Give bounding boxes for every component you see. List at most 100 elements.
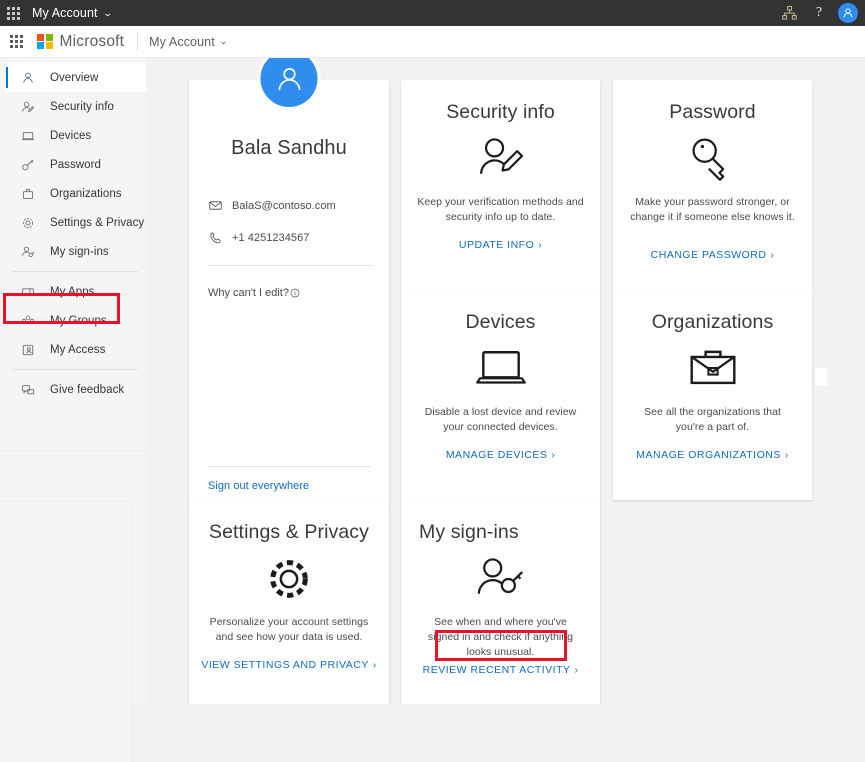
sidebar-item-give-feedback[interactable]: Give feedback [6, 375, 146, 404]
manage-devices-link[interactable]: MANAGE DEVICES› [401, 449, 600, 461]
chevron-right-icon: › [551, 450, 555, 461]
sidebar-item-settings-privacy[interactable]: Settings & Privacy [6, 208, 146, 237]
sign-out-everywhere-link[interactable]: Sign out everywhere [208, 480, 309, 492]
settings-privacy-card: Settings & Privacy Personalize your acco… [189, 500, 389, 704]
sidebar-item-label: Devices [50, 130, 91, 142]
sidebar-item-label: Password [50, 159, 101, 171]
profile-divider-2 [208, 466, 371, 467]
info-icon [290, 288, 300, 298]
topbar-actions: ? [774, 0, 865, 26]
update-info-label: UPDATE INFO [459, 239, 534, 251]
person-icon [842, 7, 854, 19]
main-content: Bala Sandhu BalaS@contoso.com +1 4251234… [146, 58, 865, 704]
why-cant-i-edit-link[interactable]: Why can't I edit? [208, 287, 300, 299]
manage-organizations-link[interactable]: MANAGE ORGANIZATIONS › [613, 449, 812, 461]
apps-panel-icon [18, 282, 38, 302]
sidebar-item-my-apps[interactable]: My Apps [6, 277, 146, 306]
key-icon [18, 155, 38, 175]
chevron-right-icon: › [538, 240, 542, 251]
profile-email-row: BalaS@contoso.com [208, 198, 336, 213]
profile-divider [208, 265, 371, 266]
access-badge-icon [18, 340, 38, 360]
card-description: See all the organizations that you're a … [629, 405, 796, 435]
chevron-right-icon: › [575, 665, 579, 676]
laptop-icon [18, 126, 38, 146]
microsoft-logo[interactable]: Microsoft [37, 33, 124, 51]
card-description: Disable a lost device and review your co… [417, 405, 584, 435]
app-launcher-button-secondary[interactable] [0, 26, 32, 58]
scroll-indicator[interactable] [815, 368, 827, 386]
sidebar-item-label: Security info [50, 101, 114, 113]
chevron-down-icon[interactable]: ⌄ [219, 37, 228, 46]
app-launcher-button[interactable] [0, 0, 26, 26]
brand-header: Microsoft My Account ⌄ [0, 26, 865, 58]
sidebar-item-label: My Access [50, 344, 105, 356]
why-cant-i-edit-label: Why can't I edit? [208, 287, 289, 299]
sidebar-item-devices[interactable]: Devices [6, 121, 146, 150]
card-title: My sign-ins [401, 521, 600, 544]
header-divider [137, 32, 138, 51]
manage-devices-label: MANAGE DEVICES [446, 449, 548, 461]
microsoft-squares-icon [37, 34, 53, 50]
profile-avatar [258, 58, 321, 110]
sidebar-item-my-groups[interactable]: My Groups [6, 306, 146, 335]
review-recent-activity-link[interactable]: REVIEW RECENT ACTIVITY › [401, 664, 600, 676]
briefcase-icon [18, 184, 38, 204]
sidebar-separator-2 [12, 369, 138, 370]
waffle-icon [10, 35, 23, 48]
sidebar-separator [12, 271, 138, 272]
sidebar-item-overview[interactable]: Overview [6, 63, 146, 92]
review-recent-activity-label: REVIEW RECENT ACTIVITY [423, 664, 571, 676]
card-title: Security info [401, 101, 600, 124]
org-hierarchy-icon[interactable] [774, 0, 804, 26]
help-glyph: ? [816, 5, 822, 21]
feedback-icon [18, 380, 38, 400]
sidebar-item-label: My Apps [50, 286, 94, 298]
key-icon [613, 130, 812, 188]
update-info-link[interactable]: UPDATE INFO › [401, 239, 600, 251]
sidebar-lower-panel [0, 501, 133, 762]
card-title: Organizations [613, 311, 812, 334]
waffle-icon [7, 7, 20, 20]
sidebar-item-my-sign-ins[interactable]: My sign-ins [6, 237, 146, 266]
card-description: Personalize your account settings and se… [205, 615, 373, 645]
help-icon[interactable]: ? [804, 0, 834, 26]
top-app-bar: My Account ⌄ ? [0, 0, 865, 26]
sidebar-item-label: Give feedback [50, 384, 124, 396]
sidebar: Overview Security info Devices Password [0, 58, 146, 704]
chevron-right-icon: › [785, 450, 789, 461]
sidebar-item-label: Settings & Privacy [50, 217, 144, 229]
person-key-icon [401, 550, 600, 608]
people-group-icon [18, 311, 38, 331]
person-key-icon [18, 242, 38, 262]
profile-email: BalaS@contoso.com [232, 200, 336, 212]
change-password-link[interactable]: CHANGE PASSWORD› [613, 249, 812, 261]
view-settings-and-privacy-link[interactable]: VIEW SETTINGS AND PRIVACY › [189, 659, 389, 671]
organizations-card: Organizations See all the organizations … [613, 290, 812, 500]
profile-name: Bala Sandhu [189, 137, 389, 160]
sidebar-item-label: My Groups [50, 315, 107, 327]
sidebar-item-label: Overview [50, 72, 98, 84]
gear-icon [189, 550, 389, 608]
sidebar-item-label: My sign-ins [50, 246, 109, 258]
sidebar-item-organizations[interactable]: Organizations [6, 179, 146, 208]
view-settings-label: VIEW SETTINGS AND PRIVACY [201, 659, 369, 671]
my-sign-ins-card: My sign-ins See when and where you've si… [401, 500, 600, 704]
gear-icon [18, 213, 38, 233]
chevron-right-icon: › [770, 250, 774, 261]
profile-phone: +1 4251234567 [232, 232, 309, 244]
chevron-right-icon: › [373, 660, 377, 671]
sidebar-item-password[interactable]: Password [6, 150, 146, 179]
sidebar-item-security-info[interactable]: Security info [6, 92, 146, 121]
manage-organizations-label: MANAGE ORGANIZATIONS [636, 449, 781, 461]
security-info-card: Security info Keep your verification met… [401, 80, 600, 290]
card-description: See when and where you've signed in and … [417, 615, 584, 660]
sidebar-divider [0, 450, 146, 451]
chevron-down-icon[interactable]: ⌄ [102, 8, 112, 19]
app-name[interactable]: My Account [149, 35, 215, 49]
mail-icon [208, 198, 223, 213]
avatar[interactable] [838, 3, 858, 23]
sidebar-item-my-access[interactable]: My Access [6, 335, 146, 364]
card-title: Password [613, 101, 812, 124]
password-card: Password Make your password stronger, or… [613, 80, 812, 290]
